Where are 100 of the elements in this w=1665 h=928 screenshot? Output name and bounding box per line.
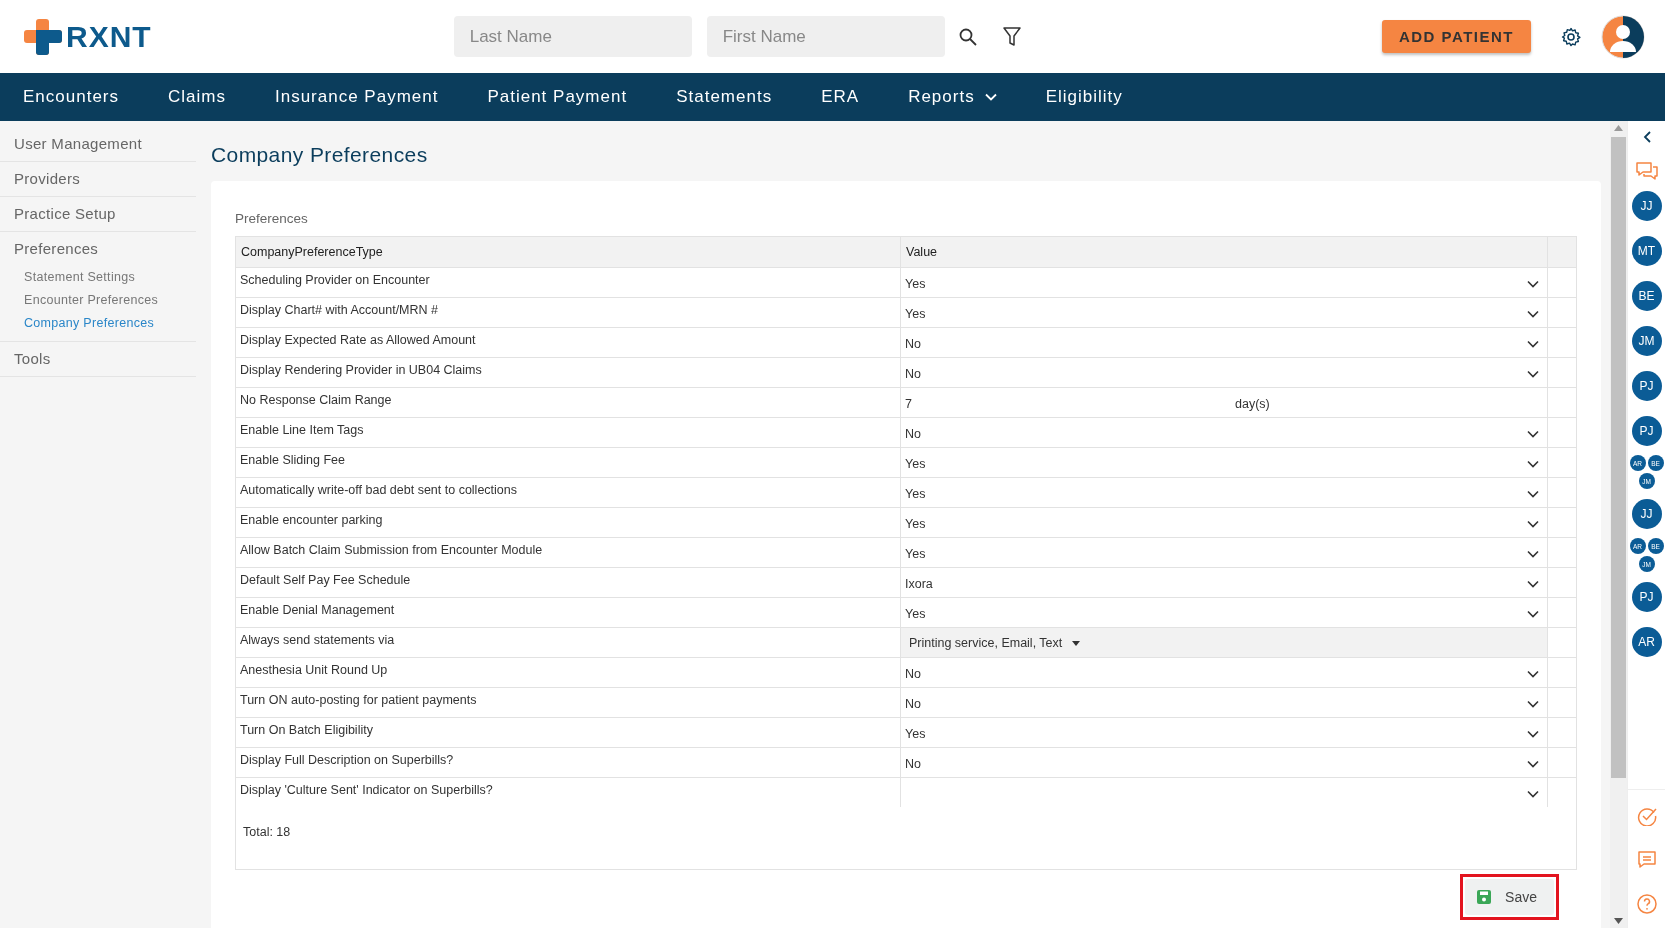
value-dropdown[interactable]: Yes	[901, 507, 1547, 537]
save-button[interactable]: Save	[1465, 879, 1554, 915]
value-dropdown[interactable]: Yes	[901, 447, 1547, 477]
user-avatar[interactable]: PJ	[1631, 416, 1662, 446]
table-cell: Display Full Description on Superbills?	[236, 747, 901, 777]
table-cell: Display 'Culture Sent' Indicator on Superbills?	[236, 777, 901, 807]
sidebar-item[interactable]: Preferences	[0, 232, 196, 266]
table-cell: Default Self Pay Fee Schedule	[236, 567, 901, 597]
logo-text: RXNT	[66, 19, 152, 54]
value-dropdown[interactable]: Yes	[901, 297, 1547, 327]
sidebar-subitem[interactable]: Company Preferences	[0, 312, 196, 335]
nav-menu-item[interactable]: ERA	[821, 87, 860, 107]
total-count: Total: 18	[242, 824, 292, 841]
nav-menu-item[interactable]: Eligibility	[1045, 87, 1123, 107]
table-cell: Display Chart# with Account/MRN #	[236, 297, 901, 327]
check-circle-icon[interactable]	[1636, 806, 1657, 826]
value-dropdown[interactable]: No	[901, 747, 1547, 777]
multiselect-dropdown[interactable]: Printing service, Email, Text	[901, 627, 1547, 657]
add-patient-button[interactable]: ADD PATIENT	[1381, 20, 1531, 53]
scroll-up-icon[interactable]	[1614, 125, 1623, 131]
chevron-left-icon[interactable]	[1642, 131, 1651, 143]
sidebar-subitem[interactable]: Encounter Preferences	[0, 289, 196, 312]
table-cell: Scheduling Provider on Encounter	[236, 267, 901, 297]
value-dropdown[interactable]: Yes	[901, 717, 1547, 747]
sidebar-item[interactable]: Tools	[0, 342, 196, 377]
value-dropdown[interactable]: No	[901, 327, 1547, 357]
nav-menu-item[interactable]: Patient Payment	[487, 87, 628, 107]
page-title: Company Preferences	[211, 143, 429, 167]
sidebar-item[interactable]: Practice Setup	[0, 197, 196, 232]
user-avatar[interactable]: MT	[1631, 236, 1662, 266]
table-cell: No Response Claim Range	[236, 387, 901, 417]
value-dropdown[interactable]: Yes	[901, 267, 1547, 297]
chevron-down-icon	[1527, 700, 1539, 708]
chevron-down-icon	[984, 93, 997, 101]
search-field[interactable]: Last Name	[453, 16, 692, 57]
value-dropdown[interactable]: Yes	[901, 537, 1547, 567]
chevron-down-icon	[1527, 370, 1539, 378]
table-cell: Enable encounter parking	[236, 507, 901, 537]
number-field[interactable]: 7	[901, 396, 1235, 411]
nav-menu-item[interactable]: Reports	[908, 87, 997, 107]
value-dropdown[interactable]: No	[901, 687, 1547, 717]
chevron-down-icon	[1527, 280, 1539, 288]
user-avatar[interactable]: PJ	[1631, 582, 1662, 612]
chat-icon[interactable]	[1634, 161, 1659, 183]
table-cell: Anesthesia Unit Round Up	[236, 657, 901, 687]
value-dropdown[interactable]: No	[901, 657, 1547, 687]
table-cell: Enable Line Item Tags	[236, 417, 901, 447]
filter-icon[interactable]	[1002, 26, 1021, 47]
table-cell: Display Expected Rate as Allowed Amount	[236, 327, 901, 357]
table-cell: Automatically write-off bad debt sent to collections	[236, 477, 901, 507]
search-field[interactable]: First Name	[706, 16, 945, 57]
table-cell: Allow Batch Claim Submission from Encounter Module	[236, 537, 901, 567]
table-cell: Turn ON auto-posting for patient payments	[236, 687, 901, 717]
column-header: Value	[900, 237, 1548, 267]
chevron-down-icon	[1527, 580, 1539, 588]
cross-logo-icon	[24, 18, 62, 55]
value-dropdown[interactable]: No	[901, 417, 1547, 447]
sidebar-item[interactable]: User Management	[0, 127, 196, 162]
user-avatar-icon[interactable]	[1601, 14, 1645, 59]
nav-menu-item[interactable]: Statements	[676, 87, 773, 107]
chevron-down-icon	[1527, 520, 1539, 528]
value-dropdown[interactable]: No	[901, 357, 1547, 387]
table-cell: Enable Denial Management	[236, 597, 901, 627]
table-cell: Display Rendering Provider in UB04 Claims	[236, 357, 901, 387]
caret-icon	[1072, 640, 1081, 646]
user-avatar[interactable]: AR	[1631, 627, 1662, 657]
nav-menu-item[interactable]: Encounters	[23, 87, 119, 107]
user-avatar[interactable]: JJ	[1631, 499, 1662, 529]
nav-menu-item[interactable]: Claims	[168, 87, 226, 107]
value-dropdown[interactable]: Yes	[901, 597, 1547, 627]
chevron-down-icon	[1527, 730, 1539, 738]
search-icon[interactable]	[958, 27, 977, 46]
table-cell: Always send statements via	[236, 627, 901, 657]
chevron-down-icon	[1527, 760, 1539, 768]
chevron-down-icon	[1527, 610, 1539, 618]
scrollbar[interactable]	[1610, 121, 1627, 928]
user-avatar[interactable]: BE	[1631, 281, 1662, 311]
chevron-down-icon	[1527, 460, 1539, 468]
value-dropdown[interactable]: Yes	[901, 477, 1547, 507]
message-icon[interactable]	[1636, 850, 1657, 870]
chevron-down-icon	[1527, 310, 1539, 318]
table-cell: Turn On Batch Eligibility	[236, 717, 901, 747]
value-dropdown[interactable]: Ixora	[901, 567, 1547, 597]
chevron-down-icon	[1527, 430, 1539, 438]
user-avatar[interactable]: PJ	[1631, 371, 1662, 401]
help-icon[interactable]	[1636, 894, 1657, 914]
column-header: CompanyPreferenceType	[236, 237, 901, 267]
scroll-down-icon[interactable]	[1614, 918, 1623, 924]
unit-label: day(s)	[1235, 396, 1270, 411]
sidebar-item[interactable]: Providers	[0, 162, 196, 197]
settings-icon[interactable]	[1561, 26, 1581, 47]
chevron-down-icon	[1527, 490, 1539, 498]
table-cell: Enable Sliding Fee	[236, 447, 901, 477]
chevron-down-icon	[1527, 340, 1539, 348]
section-label: Preferences	[235, 211, 309, 226]
user-avatar[interactable]: JM	[1631, 326, 1662, 356]
sidebar-subitem[interactable]: Statement Settings	[0, 266, 196, 289]
user-avatar[interactable]: JJ	[1631, 191, 1662, 221]
nav-menu-item[interactable]: Insurance Payment	[274, 87, 439, 107]
chevron-down-icon	[1527, 550, 1539, 558]
